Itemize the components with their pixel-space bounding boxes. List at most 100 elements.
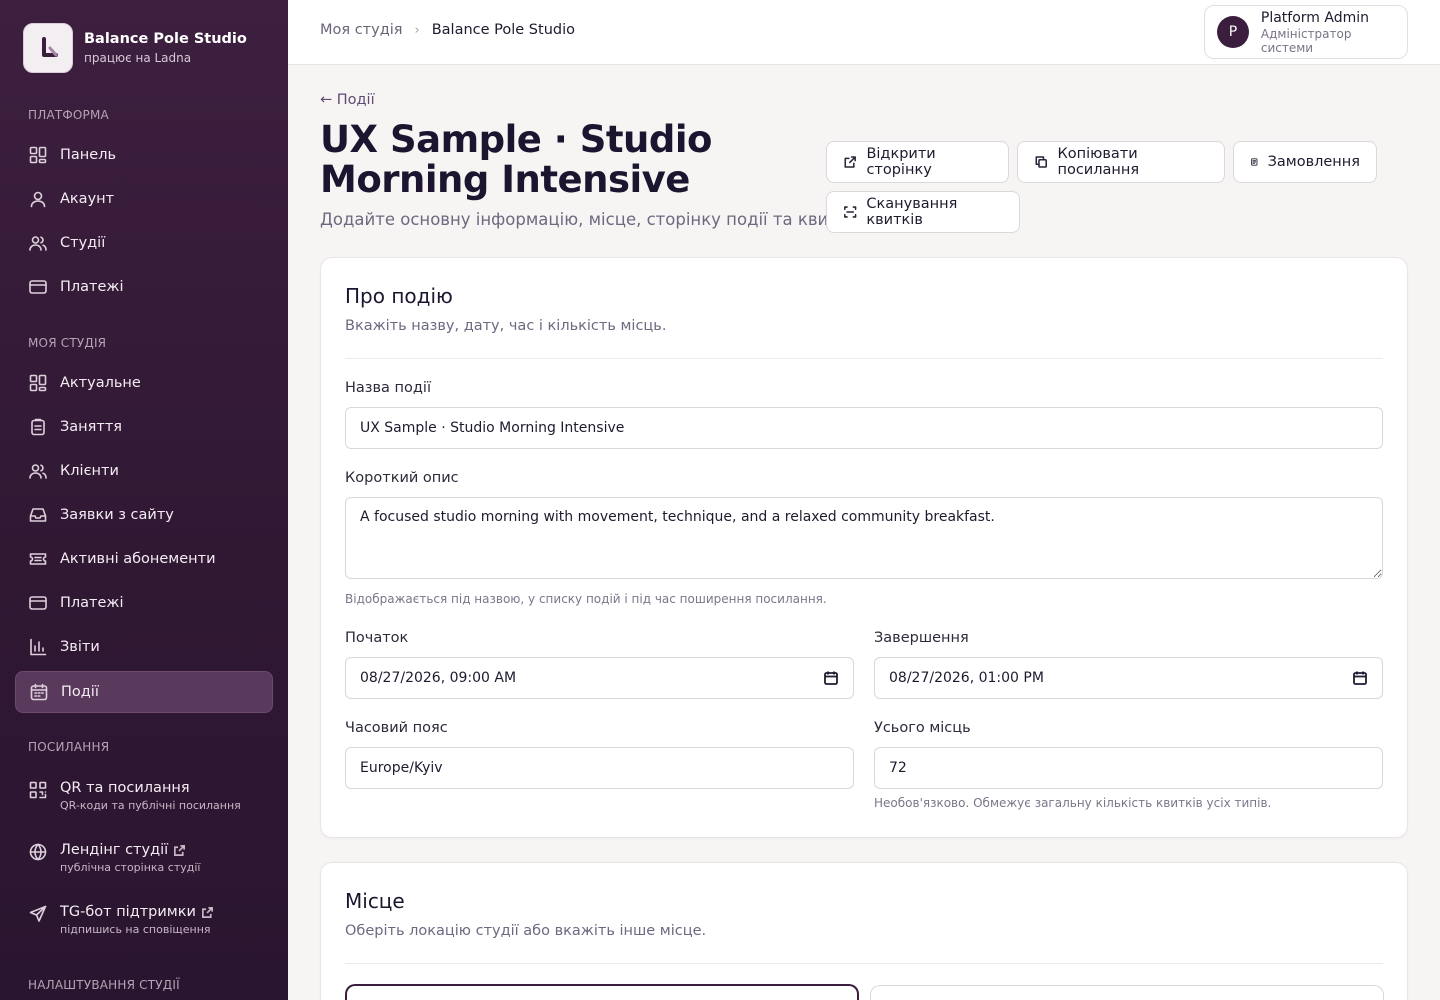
copy-icon bbox=[1035, 156, 1047, 168]
sidebar-item-panel[interactable]: Панель bbox=[15, 134, 273, 176]
calendar-icon[interactable] bbox=[1352, 670, 1368, 686]
place-card-subtitle: Оберіть локацію студії або вкажіть інше … bbox=[345, 923, 707, 939]
user-role: Адміністратор системи bbox=[1260, 26, 1352, 55]
brand-subtitle: працює на Ladna bbox=[84, 51, 192, 65]
other-location-option[interactable] bbox=[870, 985, 1384, 1000]
dashboard-grid-icon bbox=[28, 145, 48, 165]
total-seats-label: Усього місць bbox=[874, 720, 971, 736]
about-event-card: Про подію Вкажіть назву, дату, час і кіл… bbox=[320, 257, 1408, 838]
sidebar-item-label: Заявки з сайту bbox=[60, 507, 174, 523]
orders-label: Замовлення bbox=[1267, 154, 1360, 170]
scan-tickets-button[interactable]: Сканування квитків bbox=[826, 191, 1020, 233]
sidebar-item-label: Події bbox=[61, 684, 99, 700]
copy-link-label: Копіювати посилання bbox=[1057, 146, 1140, 178]
sidebar-item-label: Заняття bbox=[60, 419, 123, 435]
globe-icon bbox=[28, 842, 48, 862]
calendar-icon[interactable] bbox=[823, 670, 839, 686]
timezone-input[interactable] bbox=[345, 747, 854, 789]
event-name-label: Назва події bbox=[345, 380, 431, 396]
sidebar-item-sublabel: публічна сторінка студії bbox=[60, 861, 201, 874]
sidebar-item-active-memberships[interactable]: Активні абонементи bbox=[15, 538, 273, 580]
sidebar-item-current[interactable]: Актуальне bbox=[15, 362, 273, 404]
avatar: P bbox=[1217, 16, 1249, 48]
place-card-title: Місце bbox=[345, 889, 405, 913]
sidebar-item-label: Активні абонементи bbox=[60, 551, 216, 567]
ticket-icon bbox=[28, 549, 48, 569]
sidebar-item-label: Актуальне bbox=[60, 375, 141, 391]
sidebar-item-label: Студії bbox=[60, 235, 106, 251]
short-description-textarea[interactable]: A focused studio morning with movement, … bbox=[345, 497, 1383, 579]
chevron-right-icon: › bbox=[414, 22, 420, 38]
external-link-icon bbox=[844, 156, 856, 168]
sidebar-item-payments-platform[interactable]: Платежі bbox=[15, 266, 273, 308]
sidebar-item-label: TG-бот підтримки bbox=[60, 904, 196, 920]
sidebar-item-reports[interactable]: Звіти bbox=[15, 626, 273, 668]
sidebar-item-label: Лендінг студії bbox=[60, 842, 169, 858]
divider bbox=[345, 963, 1383, 964]
open-page-button[interactable]: Відкрити сторінку bbox=[826, 141, 1009, 183]
users-icon bbox=[28, 233, 48, 253]
users-icon bbox=[28, 461, 48, 481]
section-label-my-studio: МОЯ СТУДІЯ bbox=[28, 336, 107, 350]
orders-button[interactable]: Замовлення bbox=[1233, 141, 1377, 183]
scan-icon bbox=[844, 206, 857, 218]
breadcrumb: Моя студія › Balance Pole Studio bbox=[320, 22, 575, 38]
sidebar-item-qr-links[interactable]: QR та посилання QR-коди та публічні поси… bbox=[15, 774, 273, 824]
user-menu[interactable]: P Platform Admin Адміністратор системи bbox=[1204, 5, 1408, 59]
sidebar-item-label: QR та посилання bbox=[60, 780, 190, 796]
sidebar-item-site-requests[interactable]: Заявки з сайту bbox=[15, 494, 273, 536]
sidebar-item-tg-bot[interactable]: TG-бот підтримки підпишись на сповіщення bbox=[15, 898, 273, 948]
sidebar-item-label: Клієнти bbox=[60, 463, 119, 479]
external-link-icon bbox=[201, 906, 214, 919]
start-label: Початок bbox=[345, 630, 409, 646]
page-title: UX Sample · Studio Morning Intensive bbox=[320, 118, 712, 201]
user-icon bbox=[28, 189, 48, 209]
divider bbox=[345, 358, 1383, 359]
sidebar-item-label: Звіти bbox=[60, 639, 100, 655]
open-page-label: Відкрити сторінку bbox=[866, 146, 936, 178]
calendar-icon bbox=[29, 682, 49, 702]
studio-brand[interactable]: Balance Pole Studio працює на Ladna bbox=[23, 23, 247, 73]
bar-chart-icon bbox=[28, 637, 48, 657]
sidebar-item-clients[interactable]: Клієнти bbox=[15, 450, 273, 492]
sidebar-item-classes[interactable]: Заняття bbox=[15, 406, 273, 448]
scan-tickets-label: Сканування квитків bbox=[866, 196, 958, 228]
sidebar-item-events[interactable]: Події bbox=[15, 671, 273, 713]
credit-card-icon bbox=[28, 593, 48, 613]
sidebar-item-studios[interactable]: Студії bbox=[15, 222, 273, 264]
section-label-links: ПОСИЛАННЯ bbox=[28, 740, 110, 754]
studio-location-option[interactable] bbox=[345, 984, 859, 1000]
short-description-hint: Відображається під назвою, у списку поді… bbox=[345, 592, 827, 606]
section-label-studio-settings: НАЛАШТУВАННЯ СТУДІЇ bbox=[28, 978, 180, 992]
end-label: Завершення bbox=[874, 630, 969, 646]
section-label-platform: ПЛАТФОРМА bbox=[28, 108, 109, 122]
sidebar-item-payments-studio[interactable]: Платежі bbox=[15, 582, 273, 624]
event-name-input[interactable] bbox=[345, 407, 1383, 449]
end-datetime-input[interactable] bbox=[874, 657, 1383, 699]
short-description-label: Короткий опис bbox=[345, 470, 459, 486]
inbox-icon bbox=[28, 505, 48, 525]
back-to-events-link[interactable]: ← Події bbox=[320, 92, 375, 108]
timezone-label: Часовий пояс bbox=[345, 720, 448, 736]
document-icon bbox=[1251, 158, 1258, 166]
sidebar-item-label: Акаунт bbox=[60, 191, 115, 207]
sidebar-item-label: Платежі bbox=[60, 279, 124, 295]
about-card-title: Про подію bbox=[345, 284, 453, 308]
user-name: Platform Admin bbox=[1260, 9, 1370, 26]
start-datetime-input[interactable] bbox=[345, 657, 854, 699]
sidebar-item-studio-landing[interactable]: Лендінг студії публічна сторінка студії bbox=[15, 836, 273, 886]
breadcrumb-current: Balance Pole Studio bbox=[431, 22, 575, 38]
qr-code-icon bbox=[28, 780, 48, 800]
sidebar-item-account[interactable]: Акаунт bbox=[15, 178, 273, 220]
brand-name: Balance Pole Studio bbox=[84, 31, 247, 47]
total-seats-input[interactable] bbox=[874, 747, 1383, 789]
sidebar: Balance Pole Studio працює на Ladna ПЛАТ… bbox=[0, 0, 288, 1000]
sidebar-item-label: Панель bbox=[60, 147, 117, 163]
sidebar-item-sublabel: QR-коди та публічні посилання bbox=[60, 799, 241, 812]
about-card-subtitle: Вкажіть назву, дату, час і кількість міс… bbox=[345, 318, 667, 334]
copy-link-button[interactable]: Копіювати посилання bbox=[1017, 141, 1225, 183]
breadcrumb-link-my-studio[interactable]: Моя студія bbox=[320, 22, 403, 38]
sidebar-item-sublabel: підпишись на сповіщення bbox=[60, 923, 211, 936]
total-seats-hint: Необов'язково. Обмежує загальну кількіст… bbox=[874, 796, 1272, 810]
dashboard-grid-icon bbox=[28, 373, 48, 393]
